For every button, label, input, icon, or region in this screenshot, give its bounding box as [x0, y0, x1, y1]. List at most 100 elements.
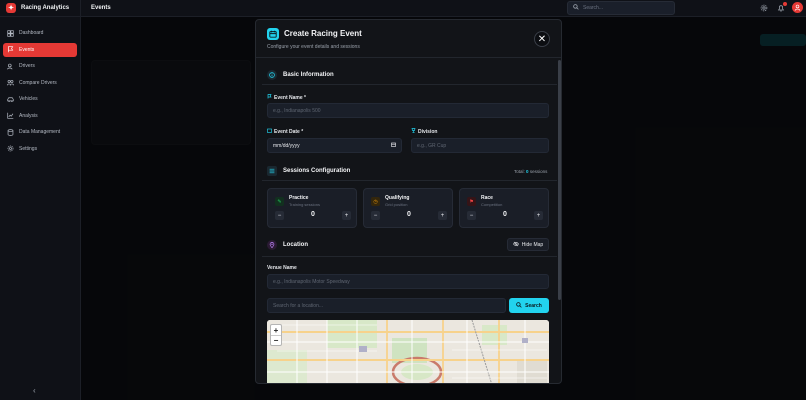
modal-subtitle: Configure your event details and session… — [267, 44, 360, 50]
page-title: Events — [91, 5, 111, 11]
label-text: Venue Name — [267, 265, 297, 271]
modal-title: Create Racing Event — [284, 29, 362, 38]
info-icon — [267, 70, 277, 80]
calendar-icon — [267, 28, 279, 40]
event-name-label: Event Name * — [267, 94, 306, 101]
sidebar-item-dashboard[interactable]: Dashboard — [3, 26, 77, 40]
label-text: Event Name * — [274, 94, 306, 101]
bell-icon[interactable] — [776, 2, 787, 13]
brand[interactable]: ✦ Racing Analytics — [0, 0, 80, 17]
button-label: Hide Map — [521, 241, 544, 248]
decrement-button[interactable]: − — [371, 211, 380, 220]
decrement-button[interactable]: − — [275, 211, 284, 220]
sidebar-item-label: Data Management — [19, 129, 61, 135]
session-card-race: ⚑ Race Competition − 0 + — [459, 188, 549, 228]
eye-off-icon — [512, 241, 519, 249]
sidebar-nav: Dashboard Events Drivers Compare Drivers… — [0, 17, 80, 156]
flag-icon — [267, 94, 272, 101]
divider — [262, 180, 557, 181]
search-placeholder: Search... — [583, 5, 604, 11]
logo-icon: ✦ — [6, 3, 16, 13]
map-pin-icon — [267, 240, 277, 250]
section-label: Basic Information — [283, 72, 334, 78]
modal-header: Create Racing Event Configure your event… — [256, 20, 561, 58]
sidebar-item-label: Vehicles — [19, 96, 38, 102]
venue-name-input[interactable]: e.g., Indianapolis Motor Speedway — [267, 274, 549, 289]
divider — [262, 84, 557, 85]
map-tiles — [267, 320, 549, 383]
close-button[interactable]: ✕ — [534, 31, 550, 47]
search-icon — [516, 301, 522, 310]
avatar[interactable] — [792, 2, 803, 13]
division-label: Division — [411, 128, 437, 135]
hide-map-button[interactable]: Hide Map — [507, 238, 549, 251]
session-count: 0 — [407, 211, 411, 218]
dashboard-icon — [7, 29, 14, 37]
users-icon — [7, 63, 14, 70]
sidebar-item-label: Events — [19, 46, 35, 53]
label-text: Division — [418, 128, 438, 135]
total-prefix: Total: — [514, 169, 525, 174]
increment-button[interactable]: + — [534, 211, 543, 220]
modal-scrollbar[interactable] — [558, 60, 561, 300]
session-card-qualifying: ◷ Qualifying Grid position − 0 + — [363, 188, 453, 228]
location-search-input[interactable]: Search for a location... — [267, 298, 506, 313]
sessions-total: Total: 0 sessions — [514, 169, 547, 174]
location-map[interactable]: + − — [267, 320, 549, 383]
session-name: Qualifying — [385, 195, 410, 201]
gear-icon — [7, 145, 14, 152]
decrement-button[interactable]: − — [467, 211, 476, 220]
gear-icon[interactable] — [759, 3, 769, 13]
compare-icon — [7, 79, 14, 86]
sidebar-item-drivers[interactable]: Drivers — [3, 59, 77, 73]
session-name: Race — [481, 195, 493, 201]
session-card-practice: ✎ Practice Training sessions − 0 + — [267, 188, 357, 228]
section-label: Sessions Configuration — [283, 168, 351, 174]
wrench-icon: ✎ — [275, 197, 284, 206]
button-label: Search — [525, 302, 542, 309]
sidebar-item-vehicles[interactable]: Vehicles — [3, 92, 77, 106]
event-name-input[interactable]: e.g., Indianapolis 500 — [267, 103, 549, 118]
sidebar-item-compare-drivers[interactable]: Compare Drivers — [3, 76, 77, 90]
database-icon — [7, 128, 14, 136]
division-input[interactable]: e.g., GR Cup — [411, 138, 549, 153]
sessions-section-title: Sessions Configuration — [267, 166, 350, 176]
sidebar: ✦ Racing Analytics Dashboard Events Driv… — [0, 0, 81, 400]
app-name: Racing Analytics — [21, 5, 70, 11]
search-icon — [573, 4, 579, 12]
timer-icon: ◷ — [371, 197, 380, 206]
collapse-sidebar-button[interactable]: ‹ — [33, 386, 36, 395]
event-date-input[interactable]: mm/dd/yyyy — [267, 138, 402, 153]
sidebar-item-settings[interactable]: Settings — [3, 142, 77, 156]
calendar-icon — [267, 128, 272, 135]
sidebar-item-analysis[interactable]: Analysis — [3, 109, 77, 123]
total-suffix: sessions — [529, 169, 548, 174]
sidebar-item-label: Compare Drivers — [19, 79, 57, 86]
sidebar-item-label: Analysis — [19, 112, 38, 119]
increment-button[interactable]: + — [438, 211, 447, 220]
session-desc: Competition — [481, 202, 503, 207]
placeholder: Search for a location... — [273, 302, 324, 309]
close-icon: ✕ — [537, 33, 547, 45]
notification-dot — [783, 2, 787, 6]
global-search-input[interactable]: Search... — [567, 1, 675, 15]
create-event-modal: Create Racing Event Configure your event… — [255, 19, 562, 384]
placeholder: e.g., Indianapolis Motor Speedway — [273, 278, 350, 285]
trophy-icon — [411, 128, 416, 135]
sidebar-item-events[interactable]: Events — [3, 42, 77, 57]
session-desc: Training sessions — [289, 202, 320, 207]
zoom-out-button[interactable]: − — [271, 335, 281, 345]
zoom-in-button[interactable]: + — [271, 325, 281, 335]
sidebar-item-label: Dashboard — [19, 30, 44, 36]
increment-button[interactable]: + — [342, 211, 351, 220]
sidebar-item-label: Drivers — [19, 63, 35, 69]
venue-name-label: Venue Name — [267, 265, 297, 271]
location-search-button[interactable]: Search — [509, 298, 549, 313]
sidebar-item-label: Settings — [19, 145, 38, 152]
sidebar-item-data-management[interactable]: Data Management — [3, 125, 77, 139]
location-section-title: Location — [267, 240, 308, 250]
placeholder: e.g., Indianapolis 500 — [273, 107, 321, 114]
calendar-picker-icon[interactable] — [391, 142, 396, 149]
label-text: Event Date * — [274, 128, 304, 135]
session-desc: Grid position — [385, 202, 408, 207]
